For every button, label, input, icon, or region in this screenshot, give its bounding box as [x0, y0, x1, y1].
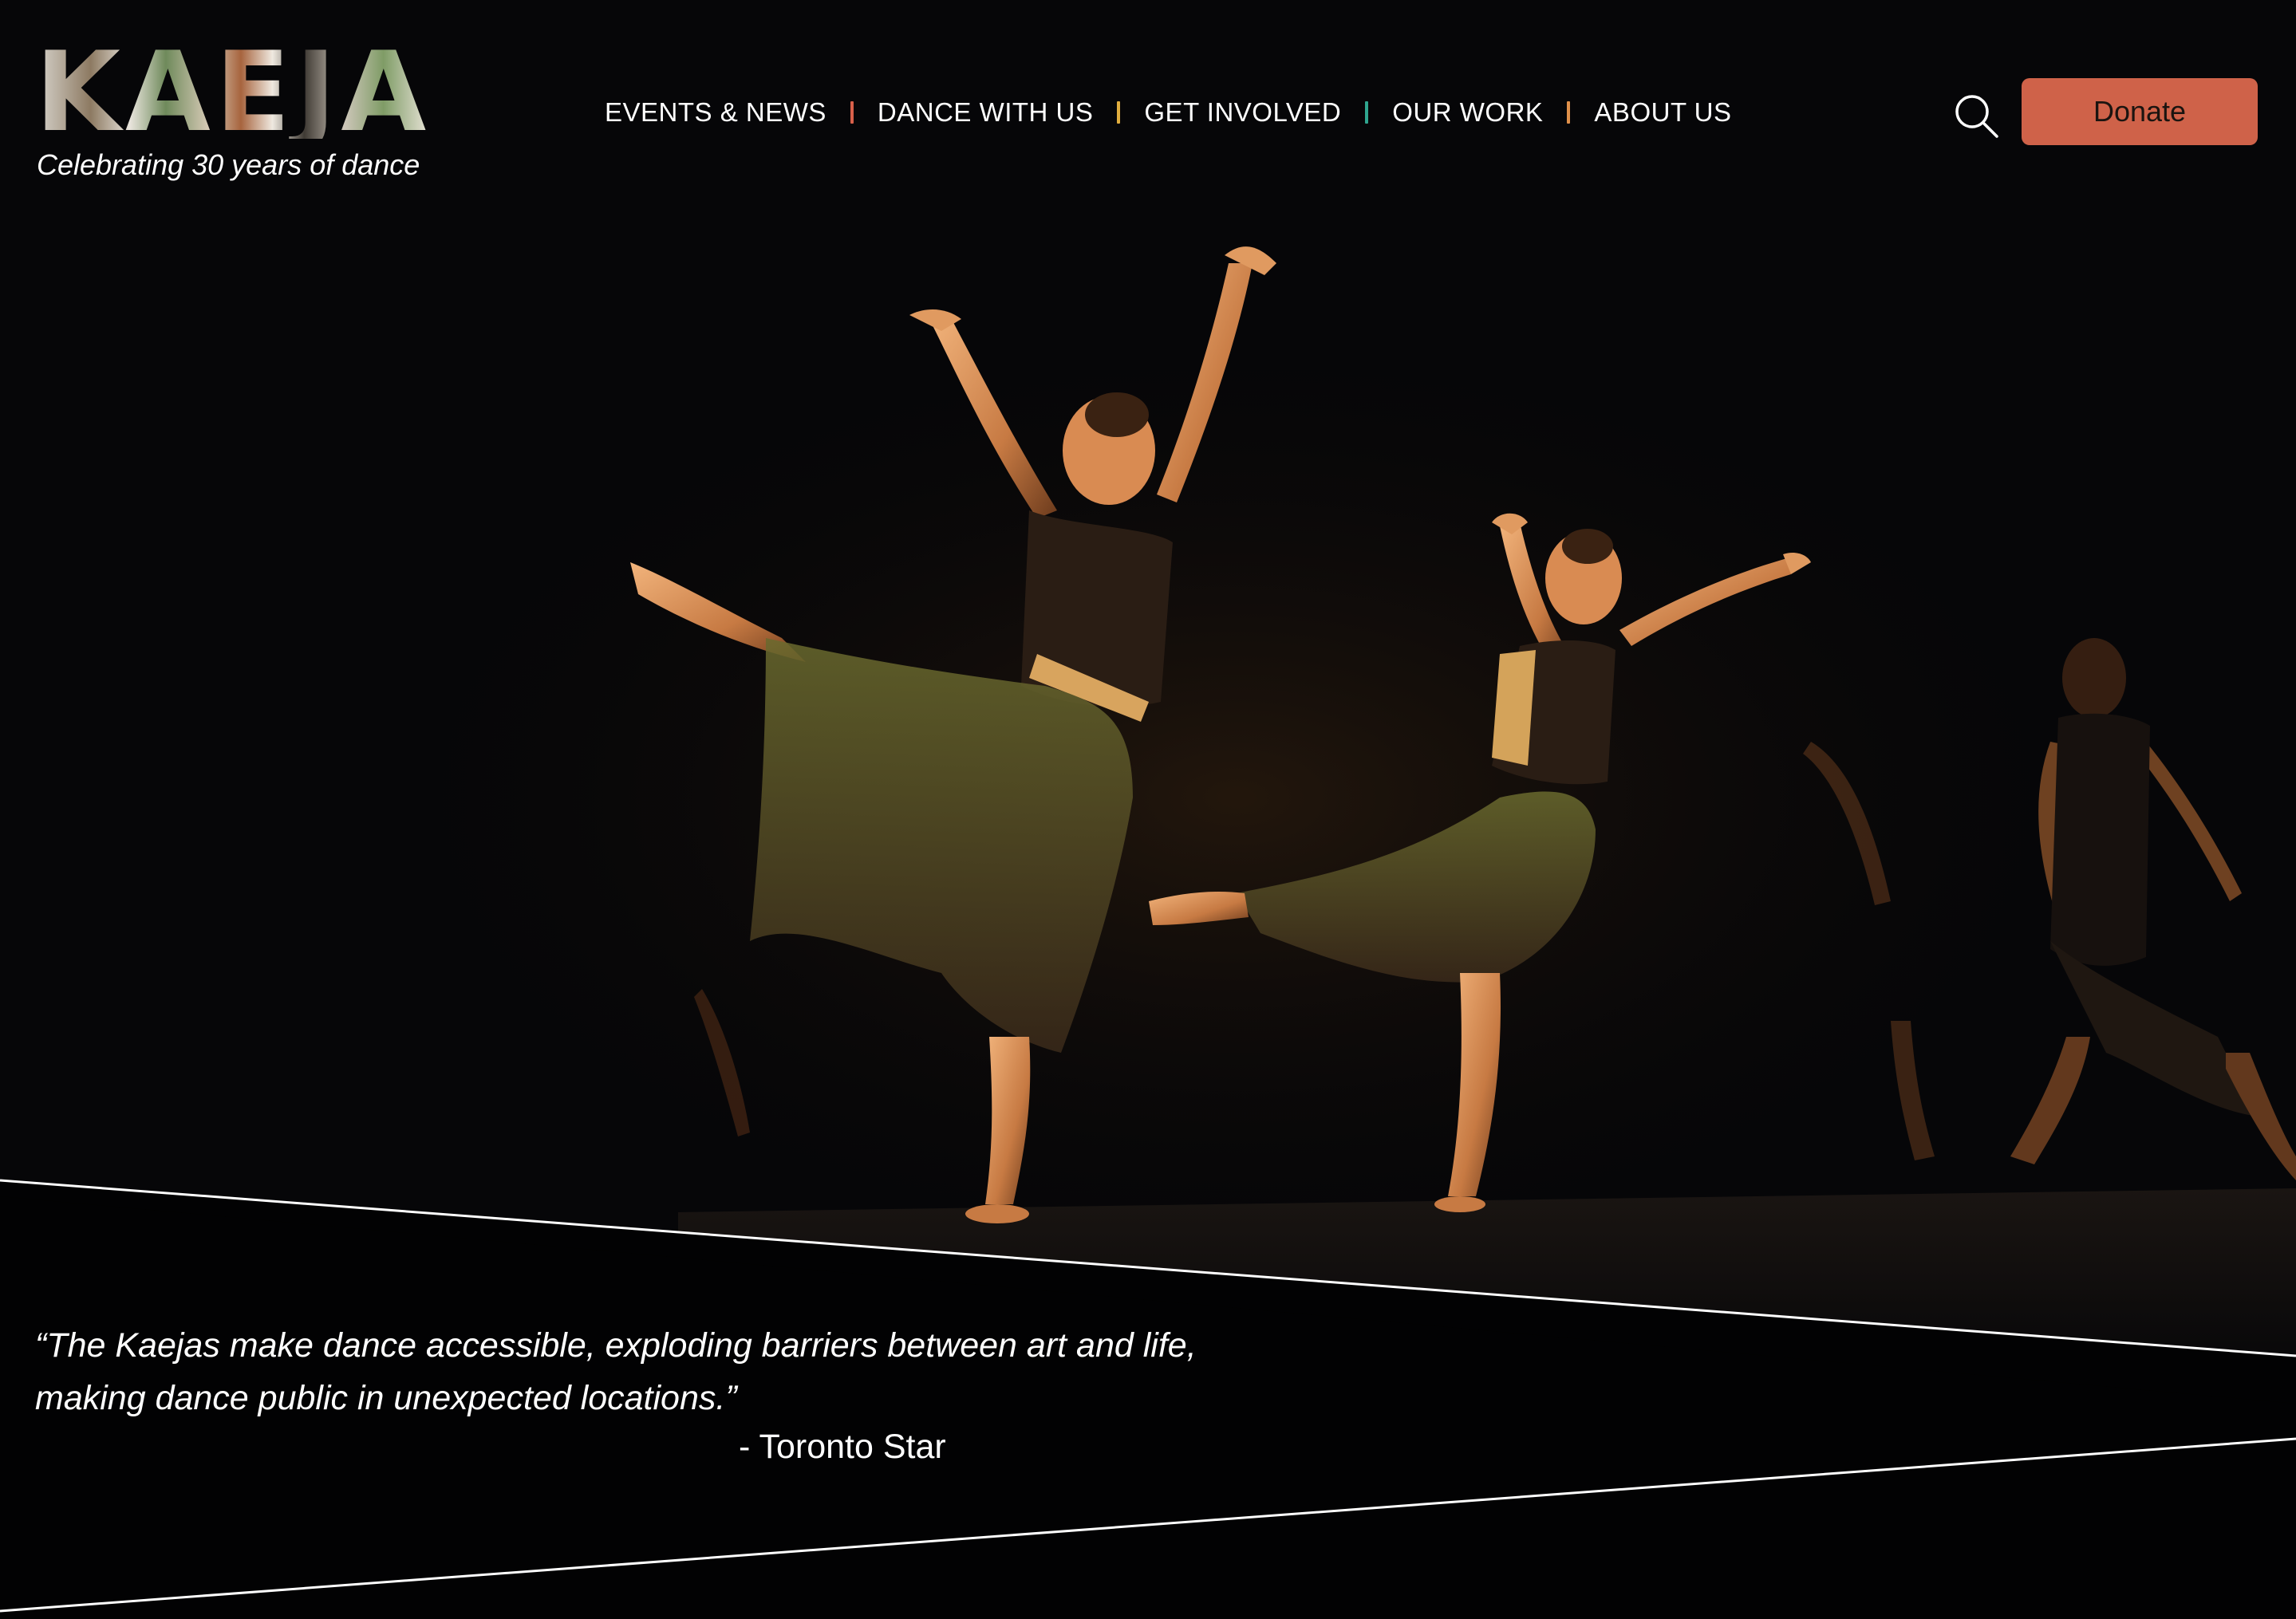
site-tagline: Celebrating 30 years of dance: [37, 148, 420, 181]
nav-separator: [1567, 101, 1571, 124]
quote-line-2: making dance public in unexpected locati…: [35, 1379, 737, 1417]
search-icon: [1955, 95, 1998, 138]
search-button[interactable]: [1953, 93, 1999, 139]
quote-line-1: “The Kaejas make dance accessible, explo…: [35, 1326, 1197, 1365]
nav-our-work[interactable]: OUR WORK: [1392, 97, 1543, 128]
main-nav: EVENTS & NEWS DANCE WITH US GET INVOLVED…: [605, 94, 1732, 131]
donate-button[interactable]: Donate: [2022, 78, 2258, 145]
nav-separator: [1117, 101, 1121, 124]
home-page: KAEJA Celebrating 30 years of dance EVEN…: [0, 0, 2296, 1619]
press-quote: “The Kaejas make dance accessible, explo…: [35, 1319, 1312, 1424]
kaeja-logo[interactable]: KAEJA: [35, 28, 434, 156]
logo-wordmark: KAEJA: [35, 28, 432, 156]
nav-get-involved[interactable]: GET INVOLVED: [1144, 97, 1341, 128]
nav-events-news[interactable]: EVENTS & NEWS: [605, 97, 826, 128]
nav-dance-with-us[interactable]: DANCE WITH US: [878, 97, 1094, 128]
nav-separator: [850, 101, 854, 124]
nav-separator: [1365, 101, 1369, 124]
nav-about-us[interactable]: ABOUT US: [1594, 97, 1731, 128]
quote-source: - Toronto Star: [739, 1428, 946, 1466]
